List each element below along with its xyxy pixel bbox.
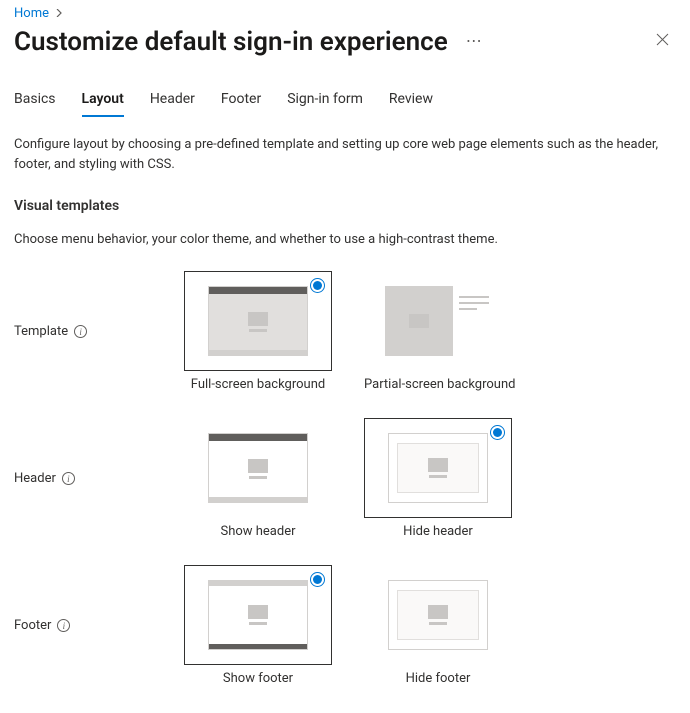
info-icon[interactable]: i <box>74 325 87 338</box>
visual-templates-heading: Visual templates <box>14 198 676 214</box>
layout-intro-text: Configure layout by choosing a pre-defin… <box>14 135 674 174</box>
page-title: Customize default sign-in experience <box>14 27 448 57</box>
visual-templates-description: Choose menu behavior, your color theme, … <box>14 232 676 247</box>
chevron-right-icon <box>55 7 63 20</box>
show-footer-thumbnail <box>208 580 308 650</box>
header-option-hide[interactable] <box>364 418 512 518</box>
header-option-show[interactable] <box>184 418 332 518</box>
full-screen-thumbnail <box>208 286 308 356</box>
radio-selected-icon <box>490 425 505 440</box>
template-option-full-screen[interactable] <box>184 271 332 371</box>
radio-selected-icon <box>310 572 325 587</box>
close-icon <box>656 32 669 50</box>
more-button[interactable]: ⋯ <box>462 29 486 53</box>
radio-selected-icon <box>310 278 325 293</box>
header-option-show-label: Show header <box>220 524 295 539</box>
footer-option-show[interactable] <box>184 565 332 665</box>
tab-footer[interactable]: Footer <box>221 91 261 117</box>
tab-review[interactable]: Review <box>389 91 433 117</box>
tab-basics[interactable]: Basics <box>14 91 56 117</box>
info-icon[interactable]: i <box>62 472 75 485</box>
footer-label: Footer <box>14 618 51 633</box>
template-label-cell: Template i <box>14 324 184 339</box>
header-row: Header i Show header Hide header <box>14 418 676 539</box>
footer-option-hide[interactable] <box>364 565 512 665</box>
show-header-thumbnail <box>208 433 308 503</box>
footer-label-cell: Footer i <box>14 618 184 633</box>
tab-bar: Basics Layout Header Footer Sign-in form… <box>14 91 676 117</box>
hide-header-thumbnail <box>388 433 488 503</box>
tab-header[interactable]: Header <box>150 91 195 117</box>
header-label: Header <box>14 471 56 486</box>
template-option-partial-screen-label: Partial-screen background <box>364 377 515 392</box>
footer-option-show-label: Show footer <box>223 671 293 686</box>
ellipsis-icon: ⋯ <box>466 31 482 50</box>
template-option-partial-screen[interactable] <box>366 271 514 371</box>
template-row: Template i Full-screen background <box>14 271 676 392</box>
breadcrumb: Home <box>14 6 676 21</box>
template-label: Template <box>14 324 68 339</box>
template-option-full-screen-label: Full-screen background <box>191 377 325 392</box>
page-header: Customize default sign-in experience ⋯ <box>14 25 676 57</box>
tab-layout[interactable]: Layout <box>82 91 124 117</box>
tab-sign-in-form[interactable]: Sign-in form <box>287 91 363 117</box>
info-icon[interactable]: i <box>57 619 70 632</box>
breadcrumb-home-link[interactable]: Home <box>14 6 49 21</box>
footer-row: Footer i Show footer Hide footer <box>14 565 676 686</box>
close-button[interactable] <box>648 27 676 55</box>
footer-option-hide-label: Hide footer <box>406 671 471 686</box>
partial-screen-thumbnail <box>385 286 495 356</box>
header-option-hide-label: Hide header <box>403 524 473 539</box>
header-label-cell: Header i <box>14 471 184 486</box>
hide-footer-thumbnail <box>388 580 488 650</box>
